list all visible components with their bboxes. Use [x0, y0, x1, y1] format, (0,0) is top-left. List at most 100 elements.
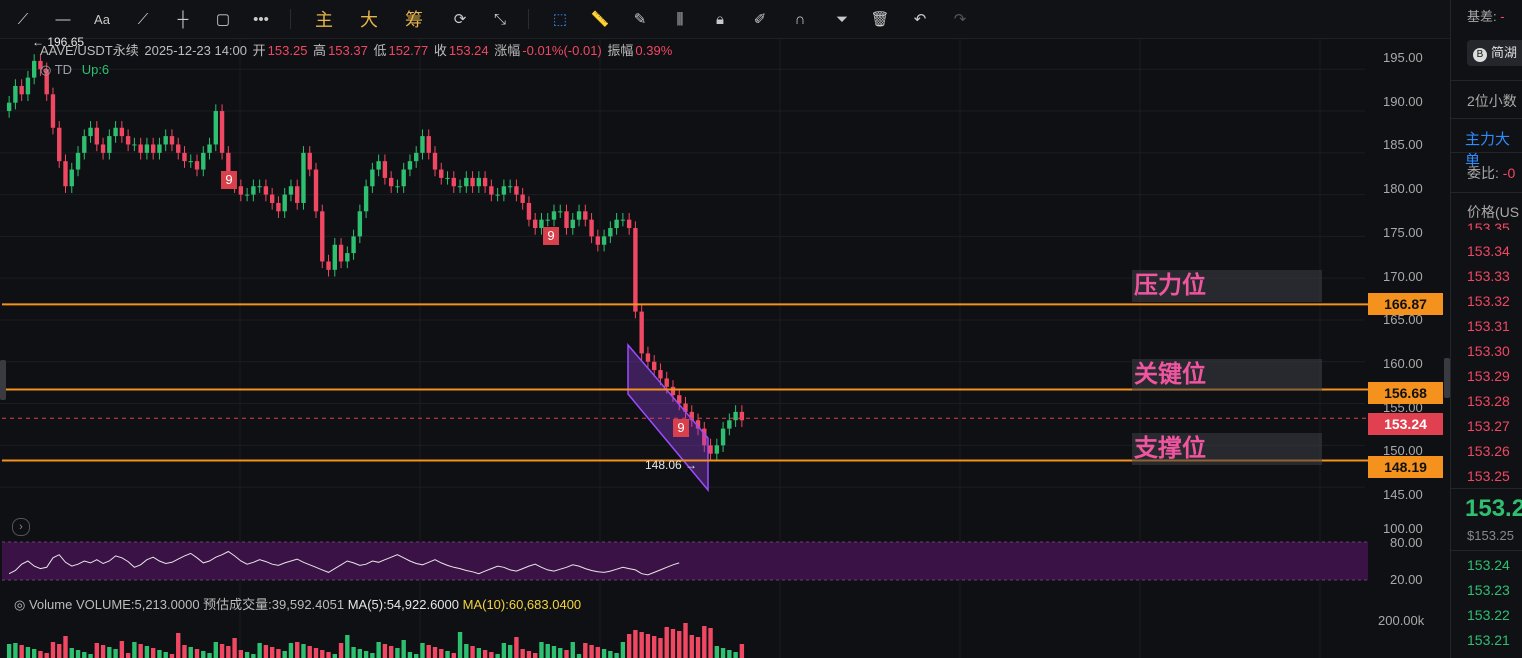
datetime: 2025-12-23 14:00 — [144, 43, 248, 58]
volume-bar — [313, 648, 319, 658]
bid-price[interactable]: 153.21 — [1467, 632, 1510, 648]
candle-body — [432, 152, 438, 170]
change-value: -0.01%(-0.01) — [522, 43, 602, 58]
candle-body — [608, 228, 613, 237]
measure-icon[interactable]: ⤡ — [488, 6, 512, 32]
volume-bar — [702, 626, 707, 658]
eye-icon[interactable]: ◎ — [14, 597, 25, 612]
volume-bar — [401, 640, 406, 658]
volume-bar — [614, 653, 619, 658]
volume-bar — [476, 648, 482, 658]
sync-icon[interactable]: ⟳ — [448, 6, 472, 32]
candle-body — [19, 85, 24, 95]
volume-bar — [244, 652, 250, 658]
candle-settings-icon[interactable]: ⫼ — [668, 6, 692, 32]
horizontal-line-icon[interactable]: — — [52, 6, 74, 32]
toolbar-big[interactable]: 大 — [357, 6, 381, 32]
bid-price[interactable]: 153.23 — [1467, 582, 1510, 598]
select-cursor-icon[interactable]: ⬚ — [548, 6, 572, 32]
support-tag[interactable]: 支撑位 — [1132, 433, 1322, 465]
volume-bar — [720, 648, 726, 658]
volume-bar — [338, 643, 344, 658]
volume-bar — [125, 653, 131, 658]
ask-price[interactable]: 153.32 — [1467, 293, 1510, 309]
volume-bar — [708, 628, 713, 658]
candle-body — [332, 244, 337, 270]
volume-bar — [251, 654, 256, 658]
candle-body — [733, 411, 738, 421]
toolbar-chips[interactable]: 筹 — [402, 6, 426, 32]
rsi-tick: 20.00 — [1390, 572, 1423, 587]
volume-bar — [13, 643, 18, 658]
candle-body — [219, 111, 225, 153]
convert-button[interactable]: B 简湖 — [1467, 40, 1522, 66]
volume-bar — [608, 651, 613, 658]
lock-icon[interactable]: 🔒︎ — [708, 6, 732, 32]
bid-price[interactable]: 153.22 — [1467, 607, 1510, 623]
support-price-box: 148.19 — [1368, 456, 1443, 478]
candle-body — [125, 136, 131, 145]
ruler-icon[interactable]: 📏 — [588, 6, 612, 32]
more-icon[interactable]: ••• — [250, 6, 272, 32]
volume-bar — [482, 650, 488, 658]
volume-bar — [207, 653, 212, 658]
ask-price[interactable]: 153.27 — [1467, 418, 1510, 434]
ask-price[interactable]: 153.29 — [1467, 368, 1510, 384]
toolbar-main[interactable]: 主 — [312, 6, 336, 32]
rectangle-icon[interactable]: ▢ — [212, 6, 234, 32]
ask-price[interactable]: 153.33 — [1467, 268, 1510, 284]
ratio-label: 委比: -0 — [1467, 165, 1516, 181]
candle-body — [576, 211, 582, 220]
pressure-tag[interactable]: 压力位 — [1132, 270, 1322, 302]
trash-icon[interactable]: 🗑︎ — [868, 6, 892, 32]
close-label: 收 — [433, 43, 447, 58]
price-chart[interactable] — [0, 38, 1450, 658]
chart-area[interactable] — [0, 38, 1450, 658]
low-value: 152.77 — [388, 43, 429, 58]
candle-body — [388, 177, 394, 187]
candle-body — [551, 211, 557, 220]
ask-price[interactable]: 153.35 — [1467, 220, 1510, 230]
candle-body — [57, 127, 62, 162]
last-price: 153.2 — [1465, 495, 1522, 522]
candle-body — [307, 152, 312, 170]
candle-body — [645, 353, 651, 362]
ask-price[interactable]: 153.31 — [1467, 318, 1510, 334]
volume-bar — [626, 634, 632, 658]
undo-icon[interactable]: ↶ — [908, 6, 932, 32]
redo-icon[interactable]: ↷ — [948, 6, 972, 32]
volume-bar — [82, 652, 87, 658]
bid-price[interactable]: 153.24 — [1467, 557, 1510, 573]
volume-bar — [276, 649, 281, 658]
eye-icon[interactable]: ◎ — [40, 62, 51, 77]
candle-body — [201, 152, 206, 170]
volume-bar — [589, 645, 594, 658]
key-tag[interactable]: 关键位 — [1132, 359, 1322, 391]
td-nine-marker: 9 — [221, 171, 237, 189]
decimals-select[interactable]: 2位小数 — [1467, 91, 1517, 111]
td-indicator[interactable]: ◎ TD Up:6 — [40, 62, 109, 78]
eraser-icon[interactable]: ✎ — [628, 6, 652, 32]
crosshair-line-icon[interactable]: ┼ — [172, 6, 194, 32]
trend-line-icon[interactable]: ⟋ — [12, 6, 34, 32]
edit-icon[interactable]: ✐ — [748, 6, 772, 32]
candle-body — [188, 161, 193, 163]
volume-bar — [163, 652, 168, 658]
ask-price[interactable]: 153.30 — [1467, 343, 1510, 359]
volume-bar — [363, 651, 369, 658]
volume-estimate: 预估成交量:39,592.4051 — [203, 597, 345, 612]
left-scroll-handle[interactable] — [0, 360, 6, 400]
ask-price[interactable]: 153.25 — [1467, 468, 1510, 484]
ray-icon[interactable]: ⟋ — [132, 6, 154, 32]
candle-body — [94, 127, 100, 145]
magnet-icon[interactable]: ∩ — [788, 6, 812, 32]
ask-price[interactable]: 153.34 — [1467, 243, 1510, 259]
text-tool-icon[interactable]: Aa — [90, 6, 114, 32]
ask-price[interactable]: 153.26 — [1467, 443, 1510, 459]
volume-bar — [533, 653, 538, 658]
filter-icon[interactable]: ⏷ — [830, 6, 854, 32]
volume-info: ◎ Volume VOLUME:5,213.0000 预估成交量:39,592.… — [14, 594, 581, 613]
volume-bar — [119, 641, 125, 658]
expand-icon[interactable]: › — [12, 518, 30, 536]
ask-price[interactable]: 153.28 — [1467, 393, 1510, 409]
